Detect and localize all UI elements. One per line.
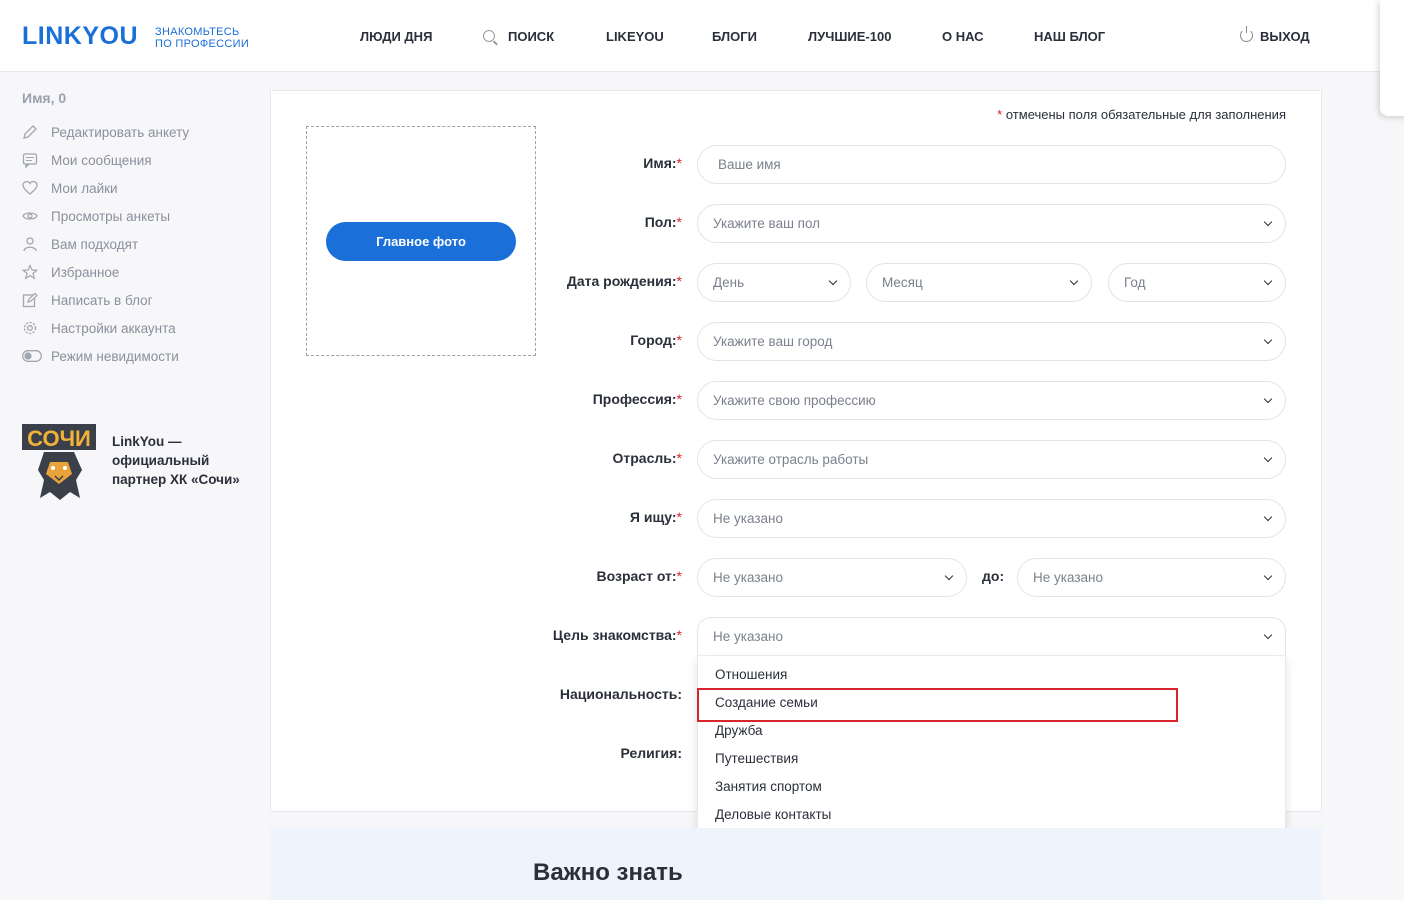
profession-label: Профессия:* — [592, 391, 682, 407]
age-from-select[interactable]: Не указано — [697, 558, 967, 597]
industry-select[interactable]: Укажите отрасль работы — [697, 440, 1286, 479]
chevron-down-icon — [1263, 276, 1273, 286]
chevron-down-icon — [1263, 394, 1273, 404]
sidebar-item-edit-profile[interactable]: Редактировать анкету — [22, 118, 252, 146]
sidebar-item-settings[interactable]: Настройки аккаунта — [22, 314, 252, 342]
sidebar-item-invisible-mode[interactable]: Режим невидимости — [22, 342, 252, 370]
nav-top-100[interactable]: ЛУЧШИЕ-100 — [808, 29, 891, 44]
gender-label: Пол:* — [644, 214, 682, 230]
goal-select[interactable]: Не указано — [697, 617, 1286, 656]
gear-icon — [22, 320, 38, 336]
sidebar-item-favorites[interactable]: Избранное — [22, 258, 252, 286]
edit-icon — [22, 292, 38, 308]
nav-our-blog[interactable]: НАШ БЛОГ — [1034, 29, 1105, 44]
partner-block: СОЧИ LinkYou — официальный партнер ХК «С… — [22, 418, 262, 508]
name-input[interactable]: Ваше имя — [697, 145, 1286, 184]
nav-about[interactable]: О НАС — [942, 29, 984, 44]
goal-option-travel[interactable]: Путешествия — [715, 751, 798, 766]
nav-blogs[interactable]: БЛОГИ — [712, 29, 757, 44]
birth-date-label: Дата рождения:* — [566, 273, 682, 289]
age-from-label: Возраст от:* — [596, 568, 682, 584]
info-title: Важно знать — [533, 859, 683, 886]
toggle-icon[interactable] — [22, 348, 42, 364]
nationality-label: Национальность: — [559, 686, 682, 702]
header: LINKYOU ЗНАКОМЬТЕСЬ ПО ПРОФЕССИИ ЛЮДИ ДН… — [0, 0, 1404, 72]
heart-icon — [22, 180, 38, 196]
logo-tagline: ЗНАКОМЬТЕСЬ ПО ПРОФЕССИИ — [155, 26, 250, 50]
goal-label: Цель знакомства:* — [552, 627, 682, 643]
sidebar-item-likes[interactable]: Мои лайки — [22, 174, 252, 202]
info-section: Важно знать — [270, 828, 1322, 900]
chevron-down-icon — [944, 571, 954, 581]
chevron-down-icon — [1069, 276, 1079, 286]
goal-option-friendship[interactable]: Дружба — [715, 723, 763, 738]
chevron-down-icon — [1263, 453, 1273, 463]
message-icon — [22, 152, 38, 168]
sidebar-item-write-blog[interactable]: Написать в блог — [22, 286, 252, 314]
svg-text:СОЧИ: СОЧИ — [27, 426, 91, 451]
main-photo-button[interactable]: Главное фото — [326, 222, 516, 261]
user-icon — [22, 236, 38, 252]
seeking-select[interactable]: Не указано — [697, 499, 1286, 538]
profile-name: Имя, 0 — [22, 90, 67, 106]
sidebar-item-views[interactable]: Просмотры анкеты — [22, 202, 252, 230]
city-label: Город:* — [630, 332, 682, 348]
chevron-down-icon — [828, 276, 838, 286]
nav-people-of-day[interactable]: ЛЮДИ ДНЯ — [360, 29, 432, 44]
industry-label: Отрасль:* — [612, 450, 683, 466]
edge-popup — [1380, 0, 1404, 116]
pencil-icon — [22, 124, 38, 140]
seeking-label: Я ищу:* — [629, 509, 682, 525]
birth-day-select[interactable]: День — [697, 263, 851, 302]
age-to-select[interactable]: Не указано — [1017, 558, 1286, 597]
chevron-down-icon — [1263, 630, 1273, 640]
city-select[interactable]: Укажите ваш город — [697, 322, 1286, 361]
goal-option-relationship[interactable]: Отношения — [715, 667, 787, 682]
goal-option-sport[interactable]: Занятия спортом — [715, 779, 822, 794]
profession-select[interactable]: Укажите свою профессию — [697, 381, 1286, 420]
star-icon — [22, 264, 38, 280]
chevron-down-icon — [1263, 571, 1273, 581]
nav-search[interactable]: ПОИСК — [508, 29, 554, 44]
eye-icon — [22, 208, 38, 224]
hc-sochi-logo[interactable]: СОЧИ — [22, 418, 96, 502]
highlight-box — [697, 688, 1178, 722]
sidebar-item-messages[interactable]: Мои сообщения — [22, 146, 252, 174]
partner-text: LinkYou — официальный партнер ХК «Сочи» — [112, 434, 240, 487]
sidebar-item-matches[interactable]: Вам подходят — [22, 230, 252, 258]
chevron-down-icon — [1263, 335, 1273, 345]
logout-link[interactable]: ВЫХОД — [1260, 29, 1310, 44]
search-icon[interactable] — [483, 30, 495, 42]
logo[interactable]: LINKYOU — [22, 22, 138, 51]
goal-option-business[interactable]: Деловые контакты — [715, 807, 831, 822]
nav-likeyou[interactable]: LIKEYOU — [606, 29, 664, 44]
age-to-label: до: — [982, 568, 1005, 584]
birth-year-select[interactable]: Год — [1108, 263, 1286, 302]
chevron-down-icon — [1263, 512, 1273, 522]
chevron-down-icon — [1263, 217, 1273, 227]
name-label: Имя:* — [643, 155, 682, 171]
birth-month-select[interactable]: Месяц — [866, 263, 1092, 302]
goal-dropdown-list: Отношения Создание семьи Дружба Путешест… — [697, 656, 1286, 839]
power-icon[interactable] — [1240, 26, 1253, 42]
religion-label: Религия: — [620, 745, 682, 761]
sidebar: Имя, 0 Редактировать анкету Мои сообщени… — [22, 90, 252, 370]
required-note: * отмечены поля обязательные для заполне… — [997, 107, 1286, 122]
gender-select[interactable]: Укажите ваш пол — [697, 204, 1286, 243]
